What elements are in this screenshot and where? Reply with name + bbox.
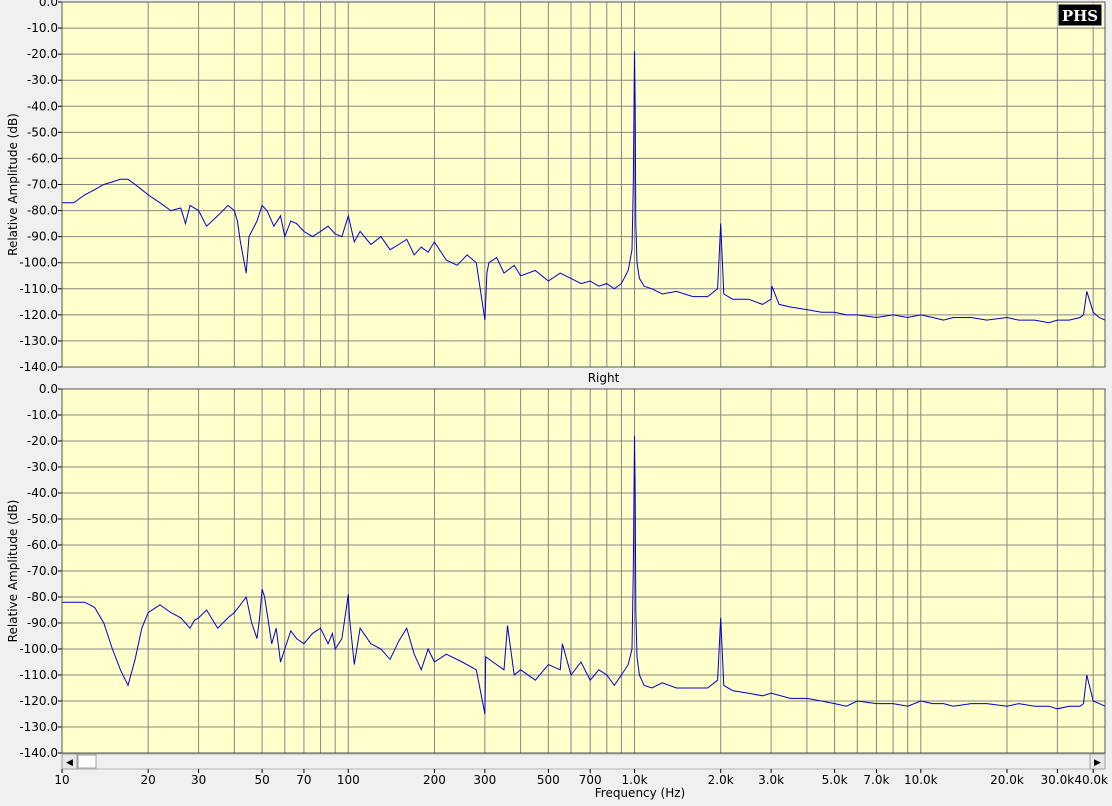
x-tick-label: 10 — [54, 773, 69, 787]
x-tick-label: 200 — [423, 773, 446, 787]
x-tick-label: 40.0k — [1074, 773, 1108, 787]
x-tick-label: 300 — [473, 773, 496, 787]
y-axis-title-top: Relative Amplitude (dB) — [6, 113, 20, 256]
y-tick-label: -80.0 — [27, 204, 58, 218]
x-tick-label: 70 — [296, 773, 311, 787]
y-tick-label: -50.0 — [27, 125, 58, 139]
y-tick-label: -140.0 — [19, 746, 58, 760]
y-tick-label: -30.0 — [27, 460, 58, 474]
y-tick-label: -120.0 — [19, 694, 58, 708]
x-tick-label: 30.0k — [1041, 773, 1075, 787]
phs-logo: PHS — [1057, 3, 1103, 27]
panel-title-right: Right — [588, 371, 620, 385]
y-axis-ticks-bottom: 0.0 -10.0 -20.0 -30.0 -40.0 -50.0 -60.0 -70.0 -8… — [19, 382, 62, 760]
x-tick-label: 2.0k — [708, 773, 734, 787]
y-tick-label: -130.0 — [19, 720, 58, 734]
x-tick-label: 500 — [537, 773, 560, 787]
x-tick-label: 50 — [254, 773, 269, 787]
right-channel-panel: 0.0 -10.0 -20.0 -30.0 -40.0 -50.0 -60.0 -70.0 -8… — [6, 382, 1106, 760]
y-tick-label: -50.0 — [27, 512, 58, 526]
scroll-left-arrow-icon[interactable]: ◀ — [66, 758, 73, 768]
spectrum-analyzer-window: 0.0 -10.0 -20.0 -30.0 -40.0 -50.0 -60.0 -70.0 -8… — [0, 0, 1112, 802]
x-axis-title: Frequency (Hz) — [595, 786, 686, 800]
x-axis-ticks: 10 20 30 50 70 100 200 300 500 700 1.0k 2.0k 3.0k 5.0… — [54, 769, 1108, 787]
svg-text:PHS: PHS — [1062, 7, 1098, 25]
x-tick-label: 20 — [141, 773, 156, 787]
x-tick-label: 1.0k — [622, 773, 648, 787]
y-tick-label: -130.0 — [19, 334, 58, 348]
y-axis-ticks-top: 0.0 -10.0 -20.0 -30.0 -40.0 -50.0 -60.0 -70.0 -8… — [19, 0, 62, 374]
scrollbar-track[interactable] — [61, 753, 1106, 770]
y-tick-label: -70.0 — [27, 178, 58, 192]
scroll-right-arrow-icon[interactable]: ▶ — [1094, 758, 1101, 768]
x-tick-label: 30 — [191, 773, 206, 787]
y-tick-label: -10.0 — [27, 21, 58, 35]
y-tick-label: -70.0 — [27, 564, 58, 578]
y-tick-label: -140.0 — [19, 360, 58, 374]
y-tick-label: -100.0 — [19, 642, 58, 656]
y-tick-label: -120.0 — [19, 308, 58, 322]
y-tick-label: -100.0 — [19, 256, 58, 270]
horizontal-scrollbar[interactable]: ◀ ▶ — [61, 753, 1106, 770]
x-tick-label: 3.0k — [758, 773, 784, 787]
y-tick-label: -20.0 — [27, 47, 58, 61]
y-tick-label: -10.0 — [27, 408, 58, 422]
left-channel-panel: 0.0 -10.0 -20.0 -30.0 -40.0 -50.0 -60.0 -70.0 -8… — [6, 0, 1106, 374]
y-tick-label: -80.0 — [27, 590, 58, 604]
y-axis-title-bottom: Relative Amplitude (dB) — [6, 500, 20, 643]
y-tick-label: -20.0 — [27, 434, 58, 448]
x-tick-label: 7.0k — [863, 773, 889, 787]
y-tick-label: -40.0 — [27, 486, 58, 500]
y-tick-label: -110.0 — [19, 282, 58, 296]
x-tick-label: 5.0k — [822, 773, 848, 787]
y-tick-label: -30.0 — [27, 73, 58, 87]
y-tick-label: -60.0 — [27, 151, 58, 165]
x-tick-label: 700 — [579, 773, 602, 787]
x-tick-label: 20.0k — [990, 773, 1024, 787]
y-tick-label: 0.0 — [39, 382, 58, 396]
y-tick-label: 0.0 — [39, 0, 58, 9]
y-tick-label: -40.0 — [27, 99, 58, 113]
y-tick-label: -110.0 — [19, 668, 58, 682]
y-tick-label: -60.0 — [27, 538, 58, 552]
scrollbar-thumb[interactable] — [77, 754, 97, 769]
y-tick-label: -90.0 — [27, 230, 58, 244]
y-tick-label: -90.0 — [27, 616, 58, 630]
spectrum-charts: 0.0 -10.0 -20.0 -30.0 -40.0 -50.0 -60.0 -70.0 -8… — [6, 0, 1108, 800]
x-tick-label: 10.0k — [904, 773, 938, 787]
x-tick-label: 100 — [337, 773, 360, 787]
